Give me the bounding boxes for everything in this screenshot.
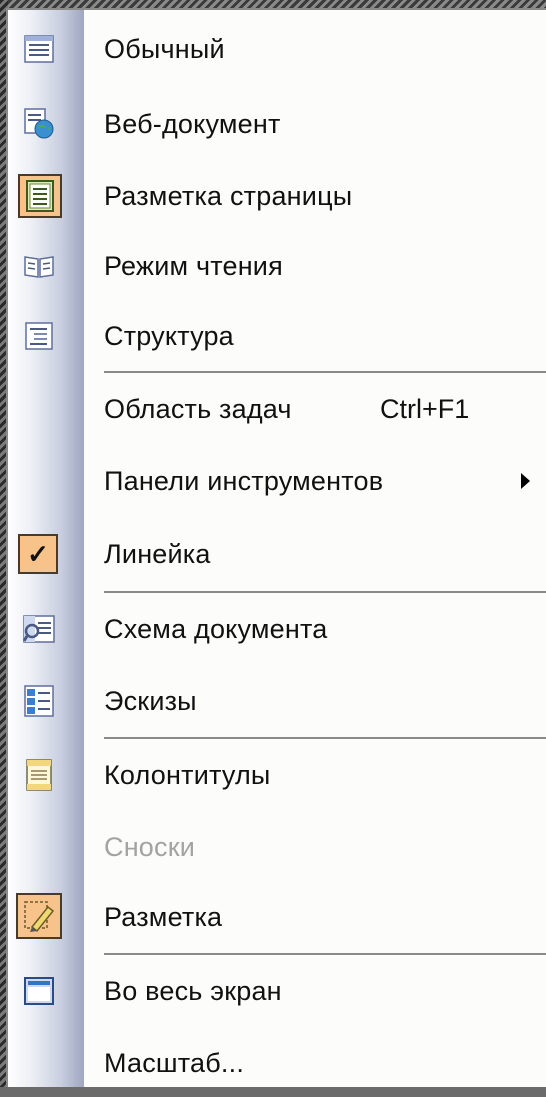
menu-item-web-document[interactable]: Веб-документ xyxy=(8,90,546,158)
menu-item-label: Веб-документ xyxy=(104,109,281,139)
menu-item-label: Разметка xyxy=(104,902,223,932)
menu-item-thumbnails[interactable]: Эскизы xyxy=(8,667,546,735)
page-layout-icon xyxy=(18,174,62,218)
submenu-arrow-icon xyxy=(521,473,530,489)
checkmark-icon: ✓ xyxy=(18,534,58,574)
menu-item-ruler[interactable]: ✓ Линейка xyxy=(8,520,546,588)
menu-separator xyxy=(104,953,546,955)
menu-item-shortcut: Ctrl+F1 xyxy=(380,394,470,424)
menu-item-outline[interactable]: Структура xyxy=(8,302,546,370)
menu-item-full-screen[interactable]: Во весь экран xyxy=(8,957,546,1025)
menu-separator xyxy=(104,737,546,739)
menu-separator xyxy=(104,371,546,373)
menu-item-label: Область задач xyxy=(104,394,292,424)
thumbnails-icon xyxy=(20,682,58,720)
menu-item-label: Обычный xyxy=(104,34,225,64)
menu-item-label: Структура xyxy=(104,321,234,351)
menu-item-label: Схема документа xyxy=(104,614,328,644)
reading-mode-icon xyxy=(20,247,58,285)
document-map-icon xyxy=(20,610,58,648)
menu-item-page-layout[interactable]: Разметка страницы xyxy=(8,162,546,230)
menu-item-header-footer[interactable]: Колонтитулы xyxy=(8,741,546,809)
web-document-icon xyxy=(20,105,58,143)
menu-item-reading-mode[interactable]: Режим чтения xyxy=(8,232,546,300)
menu-item-document-map[interactable]: Схема документа xyxy=(8,595,546,663)
normal-view-icon xyxy=(20,30,58,68)
menu-item-label: Панели инструментов xyxy=(104,466,384,496)
menu-item-label: Линейка xyxy=(104,539,211,569)
menu-item-markup[interactable]: Разметка xyxy=(8,883,546,951)
menu-item-label: Режим чтения xyxy=(104,251,283,281)
view-menu: Обычный Веб-документ Разметка страницы Р… xyxy=(6,8,546,1087)
outline-icon xyxy=(20,317,58,355)
menu-item-label: Колонтитулы xyxy=(104,760,271,790)
markup-icon xyxy=(16,893,62,939)
menu-item-toolbars[interactable]: Панели инструментов xyxy=(8,447,546,515)
menu-item-label: Во весь экран xyxy=(104,976,282,1006)
menu-item-label: Эскизы xyxy=(104,686,197,716)
menu-item-label: Сноски xyxy=(104,832,196,862)
menu-item-normal[interactable]: Обычный xyxy=(8,15,546,83)
full-screen-icon xyxy=(20,972,58,1010)
menu-item-task-pane[interactable]: Область задач Ctrl+F1 xyxy=(8,375,546,443)
menu-item-footnotes: Сноски xyxy=(8,813,546,881)
header-footer-icon xyxy=(20,756,58,794)
menu-separator xyxy=(104,591,546,593)
menu-item-label: Разметка страницы xyxy=(104,181,353,211)
